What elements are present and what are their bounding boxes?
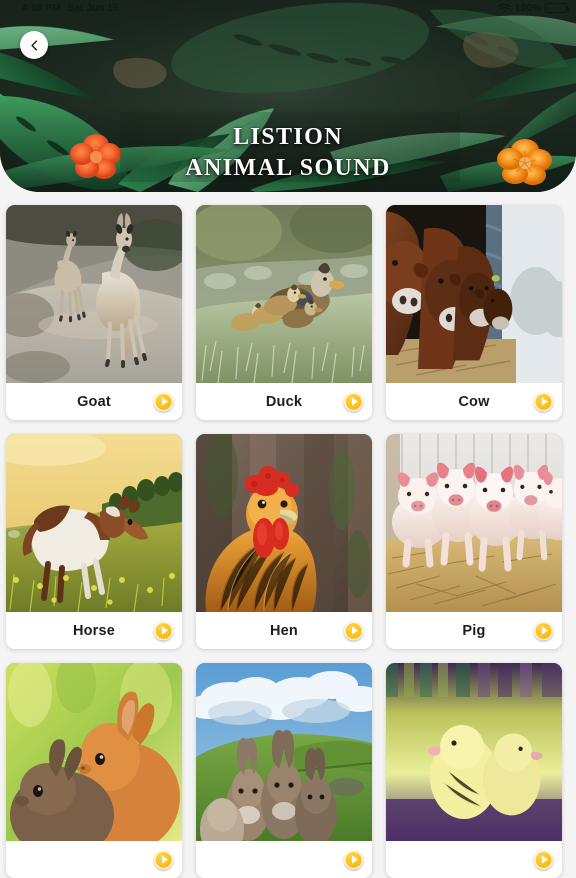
location-arrow-icon — [6, 3, 15, 13]
page-header: LISTION ANIMAL SOUND — [0, 0, 576, 192]
animal-label: Horse — [72, 622, 116, 639]
animal-grid: Goat Duck Cow Horse Hen Pig — [0, 205, 576, 878]
animal-label: Duck — [265, 393, 303, 410]
play-button[interactable] — [534, 850, 553, 869]
page-title-line-2: ANIMAL SOUND — [185, 155, 391, 181]
animal-card-footer: Duck — [196, 383, 372, 420]
animal-image-pig — [386, 434, 562, 612]
play-button[interactable] — [154, 392, 173, 411]
play-button[interactable] — [344, 621, 363, 640]
animal-card-horse[interactable]: Horse — [6, 434, 182, 649]
animal-image-goat — [6, 205, 182, 383]
animal-image-donkey — [196, 663, 372, 841]
signal-bars-icon — [481, 4, 495, 12]
animal-image-cow — [386, 205, 562, 383]
play-button[interactable] — [154, 850, 173, 869]
animal-card-goat[interactable]: Goat — [6, 205, 182, 420]
animal-label: Hen — [270, 622, 298, 639]
animal-card-rabbit[interactable] — [6, 663, 182, 878]
play-button[interactable] — [344, 850, 363, 869]
page-title-line-1: LISTION — [233, 124, 343, 150]
animal-card-duck[interactable]: Duck — [196, 205, 372, 420]
animal-label: Goat — [77, 393, 111, 410]
status-bar-right: 100% — [481, 2, 569, 14]
animal-image-rabbit — [6, 663, 182, 841]
chevron-left-icon — [30, 39, 37, 51]
wifi-icon — [498, 3, 511, 13]
animal-card-footer — [196, 841, 372, 878]
animal-card-footer: Goat — [6, 383, 182, 420]
animal-card-cow[interactable]: Cow — [386, 205, 562, 420]
animal-card-footer: Hen — [196, 612, 372, 649]
battery-full-icon — [545, 3, 569, 13]
status-date: Sat Jun 15 — [67, 2, 119, 14]
animal-card-donkey[interactable] — [196, 663, 372, 878]
animal-card-pig[interactable]: Pig — [386, 434, 562, 649]
play-button[interactable] — [154, 621, 173, 640]
animal-label: Pig — [462, 622, 486, 639]
animal-card-bird[interactable] — [386, 663, 562, 878]
status-time: 4:08 PM — [22, 2, 61, 14]
status-bar: 4:08 PM Sat Jun 15 100% — [0, 0, 576, 16]
animal-card-footer: Cow — [386, 383, 562, 420]
animal-label: Cow — [458, 393, 490, 410]
animal-image-duck — [196, 205, 372, 383]
animal-card-hen[interactable]: Hen — [196, 434, 372, 649]
page-title: LISTION ANIMAL SOUND — [0, 122, 576, 184]
play-button[interactable] — [534, 392, 553, 411]
animal-card-footer — [6, 841, 182, 878]
play-button[interactable] — [534, 621, 553, 640]
animal-card-footer: Horse — [6, 612, 182, 649]
animal-image-horse — [6, 434, 182, 612]
status-bar-left: 4:08 PM Sat Jun 15 — [6, 3, 119, 14]
animal-card-footer: Pig — [386, 612, 562, 649]
play-button[interactable] — [344, 392, 363, 411]
battery-percent: 100% — [515, 2, 541, 14]
animal-image-bird — [386, 663, 562, 841]
animal-image-hen — [196, 434, 372, 612]
back-button[interactable] — [20, 31, 48, 59]
animal-card-footer — [386, 841, 562, 878]
